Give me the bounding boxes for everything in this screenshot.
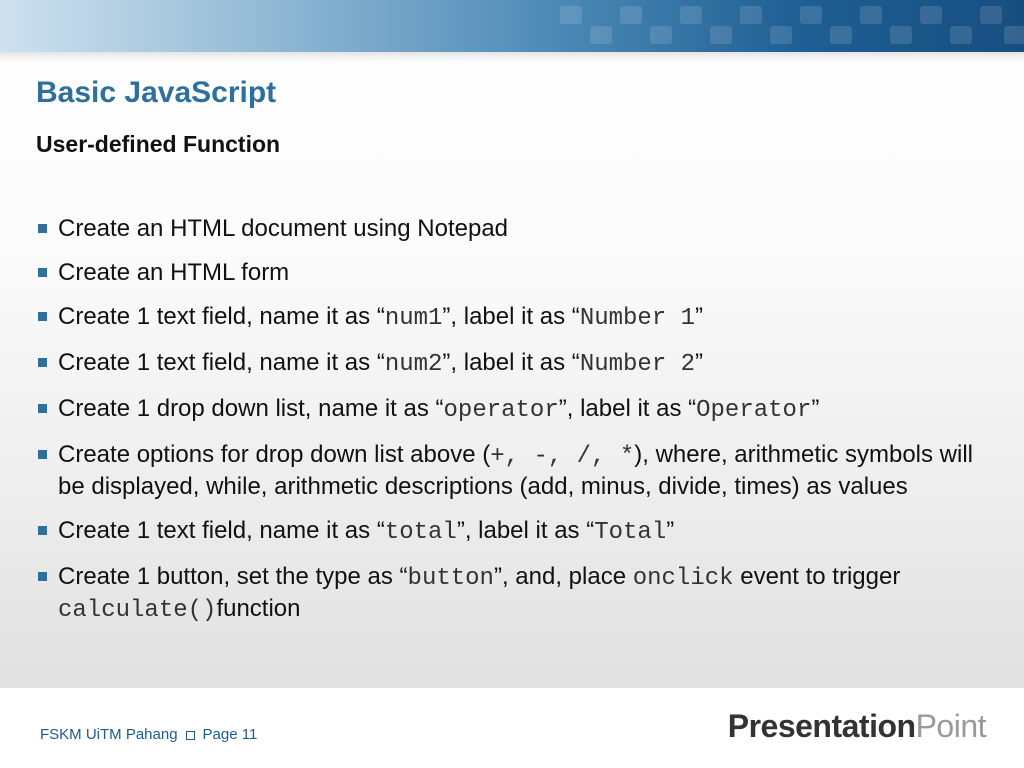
square-bullet-icon <box>38 358 47 367</box>
code-text: Total <box>594 519 667 546</box>
slide-title: Basic JavaScript <box>36 76 277 109</box>
bullet-item: Create 1 text field, name it as “total”,… <box>36 516 996 548</box>
bullet-text: ”, label it as “ <box>456 517 595 544</box>
banner-shadow <box>0 52 1024 62</box>
header-banner <box>0 0 1024 52</box>
code-text: calculate() <box>58 597 217 624</box>
footer-info: FSKM UiTM Pahang Page 11 <box>40 726 257 743</box>
bullet-text: Create an HTML document using Notepad <box>58 215 509 242</box>
bullet-item: Create 1 drop down list, name it as “ope… <box>36 394 996 426</box>
bullet-list: Create an HTML document using Notepad Cre… <box>36 214 996 640</box>
bullet-text: Create 1 drop down list, name it as “ <box>58 395 444 422</box>
code-text: Number 2 <box>579 351 696 378</box>
square-bullet-icon <box>38 224 47 233</box>
bullet-item: Create an HTML form <box>36 258 996 288</box>
bullet-item: Create 1 button, set the type as “button… <box>36 562 996 626</box>
square-bullet-icon <box>38 450 47 459</box>
brand-logo-bold: Presentation <box>727 708 916 744</box>
bullet-text: ”, and, place <box>493 563 633 590</box>
bullet-text: Create 1 text field, name it as “ <box>58 303 385 330</box>
bullet-text: ” <box>811 395 820 422</box>
bullet-text: ”, label it as “ <box>442 349 580 376</box>
bullet-item: Create an HTML document using Notepad <box>36 214 996 244</box>
bullet-text: ” <box>695 303 704 330</box>
code-text: +, -, /, * <box>490 443 635 470</box>
bullet-item: Create options for drop down list above … <box>36 440 996 502</box>
code-text: button <box>407 565 494 592</box>
square-bullet-icon <box>38 526 47 535</box>
square-bullet-icon <box>38 312 47 321</box>
footer-separator-icon <box>185 730 195 740</box>
code-text: operator <box>443 397 559 424</box>
bullet-text: Create 1 text field, name it as “ <box>58 517 385 544</box>
square-bullet-icon <box>38 268 47 277</box>
footer-page-number: Page 11 <box>202 726 258 743</box>
bullet-text: Create options for drop down list above … <box>58 441 491 468</box>
bullet-text: ”, label it as “ <box>558 395 697 422</box>
code-text: num1 <box>384 305 443 332</box>
code-text: onclick <box>632 565 734 592</box>
brand-logo-light: Point <box>915 708 987 744</box>
code-text: Operator <box>696 397 812 424</box>
bullet-text: Create 1 text field, name it as “ <box>58 349 385 376</box>
bullet-text: function <box>216 595 301 622</box>
bullet-text: event to trigger <box>733 563 901 590</box>
code-text: Number 1 <box>579 305 696 332</box>
footer-org: FSKM UiTM Pahang <box>40 726 178 743</box>
square-bullet-icon <box>38 572 47 581</box>
square-bullet-icon <box>38 404 47 413</box>
bullet-text: Create an HTML form <box>58 259 290 286</box>
code-text: total <box>384 519 457 546</box>
bullet-text: ” <box>666 517 675 544</box>
bullet-text: Create 1 button, set the type as “ <box>58 563 408 590</box>
slide-subtitle: User-defined Function <box>36 131 281 157</box>
code-text: num2 <box>384 351 443 378</box>
bullet-item: Create 1 text field, name it as “num2”, … <box>36 348 996 380</box>
brand-logo: PresentationPoint <box>727 708 987 745</box>
bullet-item: Create 1 text field, name it as “num1”, … <box>36 302 996 334</box>
bullet-text: ” <box>695 349 704 376</box>
bullet-text: ”, label it as “ <box>442 303 580 330</box>
